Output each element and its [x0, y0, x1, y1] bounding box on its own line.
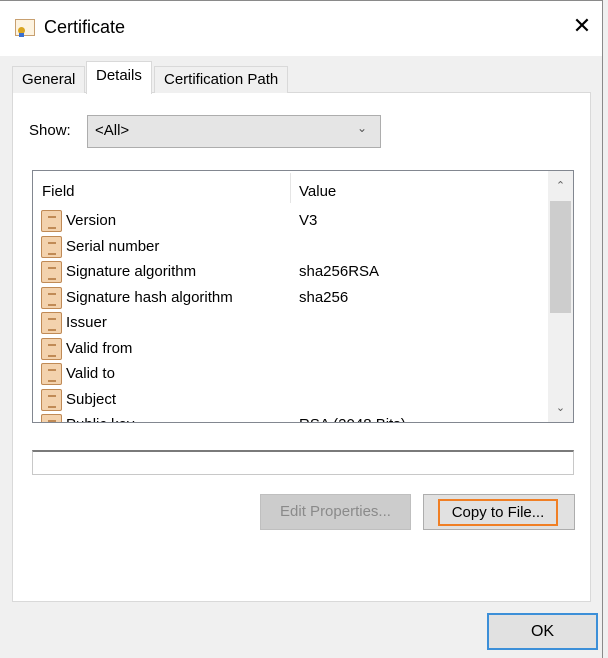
field-detail-textbox[interactable]: [32, 450, 574, 475]
field-list[interactable]: Field Value Version V3 Serial number Signat…: [32, 170, 574, 423]
field-icon: [41, 312, 62, 334]
field-name: Public key: [66, 416, 134, 422]
close-icon[interactable]: ✕: [570, 14, 594, 38]
scroll-up-icon[interactable]: ⌃: [548, 179, 573, 192]
window-title: Certificate: [44, 17, 126, 37]
field-value: sha256: [299, 288, 349, 306]
show-label: Show:: [29, 122, 71, 139]
field-name: Serial number: [66, 237, 160, 255]
list-item[interactable]: Signature hash algorithm sha256: [41, 286, 546, 311]
field-icon: [41, 210, 62, 232]
field-name: Valid from: [66, 339, 133, 357]
ok-button[interactable]: OK: [487, 613, 598, 650]
column-divider[interactable]: [290, 173, 291, 203]
list-item[interactable]: Valid from: [41, 337, 546, 362]
list-item[interactable]: Signature algorithm sha256RSA: [41, 260, 546, 285]
field-name: Version: [66, 212, 117, 229]
show-dropdown[interactable]: <All>: [87, 115, 381, 148]
list-item[interactable]: Subject: [41, 388, 546, 413]
field-name: Valid to: [66, 365, 115, 382]
field-icon: [41, 261, 62, 283]
field-value: RSA (2048 Bits): [299, 416, 406, 422]
field-name: Signature hash algorithm: [66, 288, 233, 306]
tab-certification-path[interactable]: Certification Path: [154, 66, 289, 93]
column-header-field[interactable]: Field: [42, 183, 75, 200]
field-icon: [41, 414, 62, 422]
field-name: Issuer: [66, 314, 107, 331]
list-item[interactable]: Issuer: [41, 311, 546, 336]
copy-to-file-button[interactable]: Copy to File...: [423, 494, 575, 530]
list-item[interactable]: Version V3: [41, 209, 546, 234]
list-item[interactable]: Valid to: [41, 362, 546, 387]
field-icon: [41, 388, 62, 411]
scroll-thumb[interactable]: [550, 201, 571, 313]
tab-details[interactable]: Details: [86, 61, 152, 94]
field-icon: [41, 286, 62, 309]
show-value: <All>: [95, 122, 130, 139]
vertical-scrollbar[interactable]: ⌃ ⌄: [548, 171, 573, 422]
field-icon: [41, 337, 62, 360]
list-item[interactable]: Public key RSA (2048 Bits): [41, 413, 546, 422]
field-icon: [41, 235, 62, 258]
certificate-icon: [15, 19, 35, 37]
field-icon: [41, 363, 62, 385]
edit-properties-button[interactable]: Edit Properties...: [260, 494, 411, 530]
chevron-down-icon: ⌄: [357, 121, 368, 135]
field-name: Subject: [66, 390, 117, 408]
field-value: V3: [299, 212, 318, 229]
scroll-down-icon[interactable]: ⌄: [548, 401, 573, 414]
field-value: sha256RSA: [299, 263, 380, 280]
field-name: Signature algorithm: [66, 263, 197, 280]
copy-to-file-label: Copy to File...: [438, 499, 558, 526]
tab-general[interactable]: General: [12, 66, 86, 93]
column-header-value[interactable]: Value: [299, 183, 336, 200]
list-item[interactable]: Serial number: [41, 235, 546, 260]
